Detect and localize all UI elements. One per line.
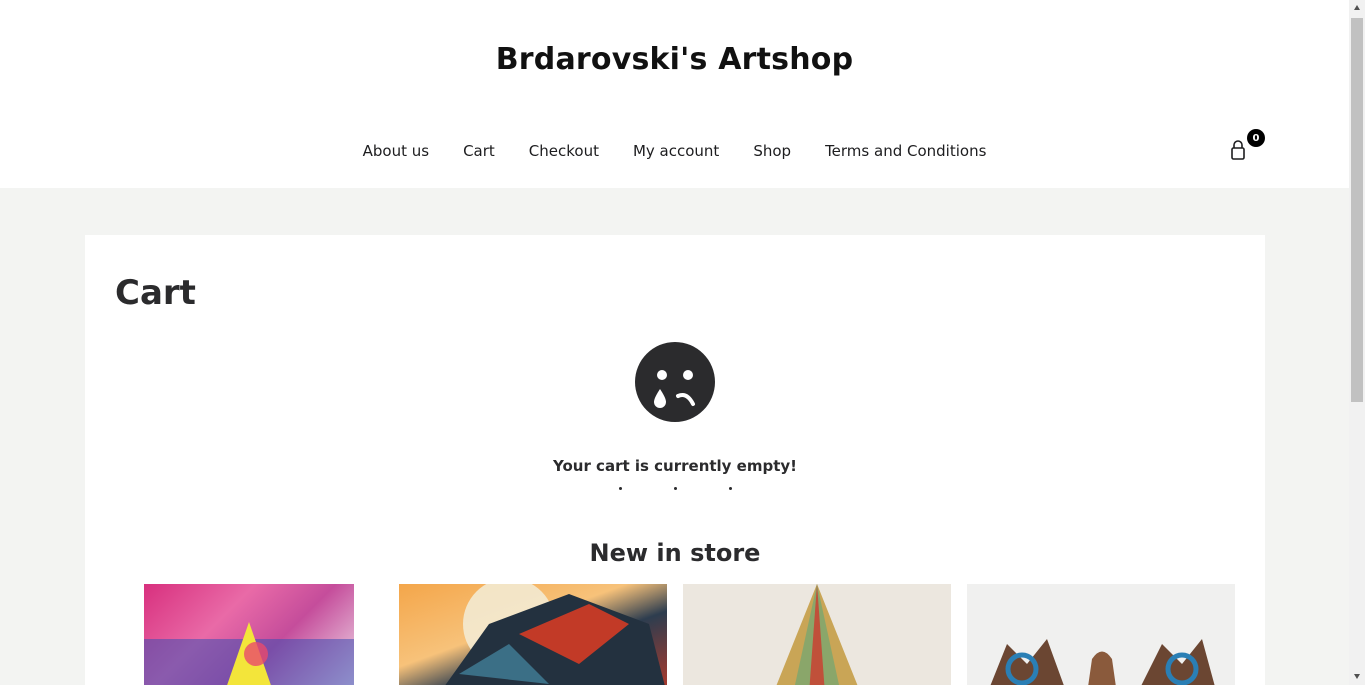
product-artwork-2 [445, 584, 665, 685]
separator-dots [85, 487, 1265, 490]
nav-item-terms[interactable]: Terms and Conditions [825, 142, 986, 160]
empty-cart-message: Your cart is currently empty! [552, 457, 798, 475]
cart-count-badge: 0 [1247, 129, 1265, 147]
nav-item-shop[interactable]: Shop [753, 142, 791, 160]
cart-content: Cart Your cart is currently empty! New i… [85, 235, 1265, 685]
dot [728, 487, 732, 490]
page: Brdarovski's Artshop About us Cart Check… [0, 0, 1349, 685]
nav-item-checkout[interactable]: Checkout [529, 142, 599, 160]
nav-item-my-account[interactable]: My account [633, 142, 719, 160]
nav-item-cart[interactable]: Cart [463, 142, 495, 160]
shopping-bag-icon[interactable] [1228, 140, 1248, 162]
nav-item-about-us[interactable]: About us [363, 142, 429, 160]
site-title[interactable]: Brdarovski's Artshop [0, 42, 1349, 77]
product-artwork-1 [144, 622, 354, 685]
scroll-thumb[interactable] [1351, 18, 1363, 402]
scroll-down-icon[interactable] [1353, 672, 1361, 680]
product-image-1[interactable] [144, 584, 354, 685]
sad-face-icon [635, 342, 715, 422]
main-nav: About us Cart Checkout My account Shop T… [0, 142, 1349, 160]
product-artwork-4 [990, 639, 1215, 685]
dot [618, 487, 622, 490]
product-artwork-3 [776, 584, 858, 685]
scroll-up-icon[interactable] [1353, 4, 1361, 12]
product-image-2[interactable] [399, 584, 667, 685]
dot [673, 487, 677, 490]
site-header: Brdarovski's Artshop About us Cart Check… [0, 0, 1349, 188]
product-image-3[interactable] [683, 584, 951, 685]
page-title: Cart [115, 273, 196, 313]
vertical-scrollbar[interactable] [1349, 0, 1365, 685]
product-image-4[interactable] [967, 584, 1235, 685]
new-in-store-title: New in store [589, 539, 761, 567]
